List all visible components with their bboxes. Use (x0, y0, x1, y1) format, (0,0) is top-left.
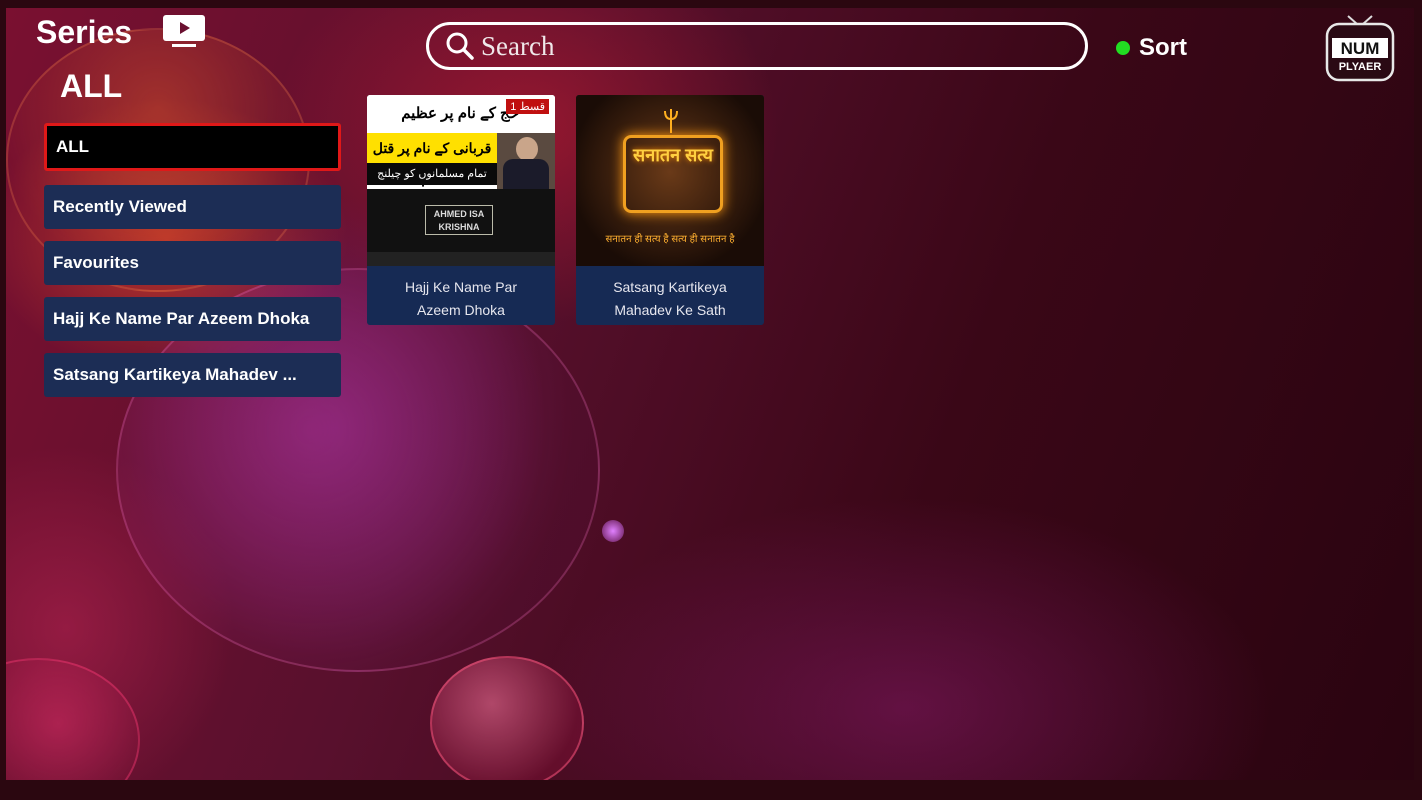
search-input[interactable]: Search (426, 22, 1088, 70)
thumb-urdu-strip: تمام مسلمانوں کو چیلنج (367, 163, 497, 185)
tv-play-icon (163, 15, 205, 47)
category-sidebar: ALL Recently Viewed Favourites Hajj Ke N… (44, 123, 341, 409)
num-player-logo: NUM PLYAER (1325, 15, 1395, 82)
thumb-person-body (503, 159, 549, 189)
thumb-person-head (516, 137, 538, 161)
series-grid: حج کے نام پر عظیم دھوکہ قسط 1 قربانی کے … (367, 95, 764, 325)
card-title-line: Mahadev Ke Sath (614, 302, 726, 318)
category-item-hajj[interactable]: Hajj Ke Name Par Azeem Dhoka (44, 297, 341, 341)
thumb-footer (367, 252, 555, 266)
category-label: Favourites (53, 253, 139, 272)
series-thumbnail: सनातन सत्य सनातन ही सत्य है सत्य ही सनात… (576, 95, 764, 266)
category-label: Hajj Ke Name Par Azeem Dhoka (53, 309, 310, 328)
sort-button[interactable]: Sort (1116, 34, 1187, 62)
svg-text:NUM: NUM (1341, 39, 1380, 58)
series-card[interactable]: حج کے نام پر عظیم دھوکہ قسط 1 قربانی کے … (367, 95, 555, 325)
series-card-title: Satsang Kartikeya Mahadev Ke Sath (576, 266, 764, 322)
series-card-title: Hajj Ke Name Par Azeem Dhoka (367, 266, 555, 322)
series-thumbnail: حج کے نام پر عظیم دھوکہ قسط 1 قربانی کے … (367, 95, 555, 266)
series-card[interactable]: सनातन सत्य सनातन ही सत्य है सत्य ही सनात… (576, 95, 764, 325)
card-title-line: Azeem Dhoka (417, 302, 505, 318)
sort-indicator-dot (1116, 41, 1130, 55)
background-blob (602, 520, 624, 542)
page-title: Series (36, 14, 133, 50)
card-title-line: Hajj Ke Name Par (404, 279, 518, 295)
category-label: Satsang Kartikeya Mahadev ... (53, 365, 297, 384)
card-title-line: Satsang Kartikeya (613, 279, 727, 295)
category-title: ALL (60, 68, 123, 104)
background-blob (430, 656, 584, 780)
background-blob (6, 658, 140, 780)
search-icon (446, 32, 474, 60)
thumb-channel-box: AHMED ISA KRISHNA (425, 205, 493, 235)
category-item-recently-viewed[interactable]: Recently Viewed (44, 185, 341, 229)
thumb-hindi-subtitle: सनातन ही सत्य है सत्य ही सनातन है (605, 234, 735, 245)
thumb-urdu-subtitle: قربانی کے نام پر قتل عام (367, 133, 497, 186)
category-item-all[interactable]: ALL (44, 123, 341, 171)
sort-label: Sort (1139, 34, 1187, 61)
category-label: Recently Viewed (53, 197, 187, 216)
thumb-episode-badge: قسط 1 (506, 99, 549, 114)
trident-icon (664, 109, 678, 133)
category-label: ALL (56, 137, 90, 156)
search-placeholder: Search (481, 30, 555, 61)
thumb-hindi-title: सनातन सत्य (633, 145, 713, 165)
category-item-favourites[interactable]: Favourites (44, 241, 341, 285)
svg-text:PLYAER: PLYAER (1339, 61, 1382, 73)
category-item-satsang[interactable]: Satsang Kartikeya Mahadev ... (44, 353, 341, 397)
